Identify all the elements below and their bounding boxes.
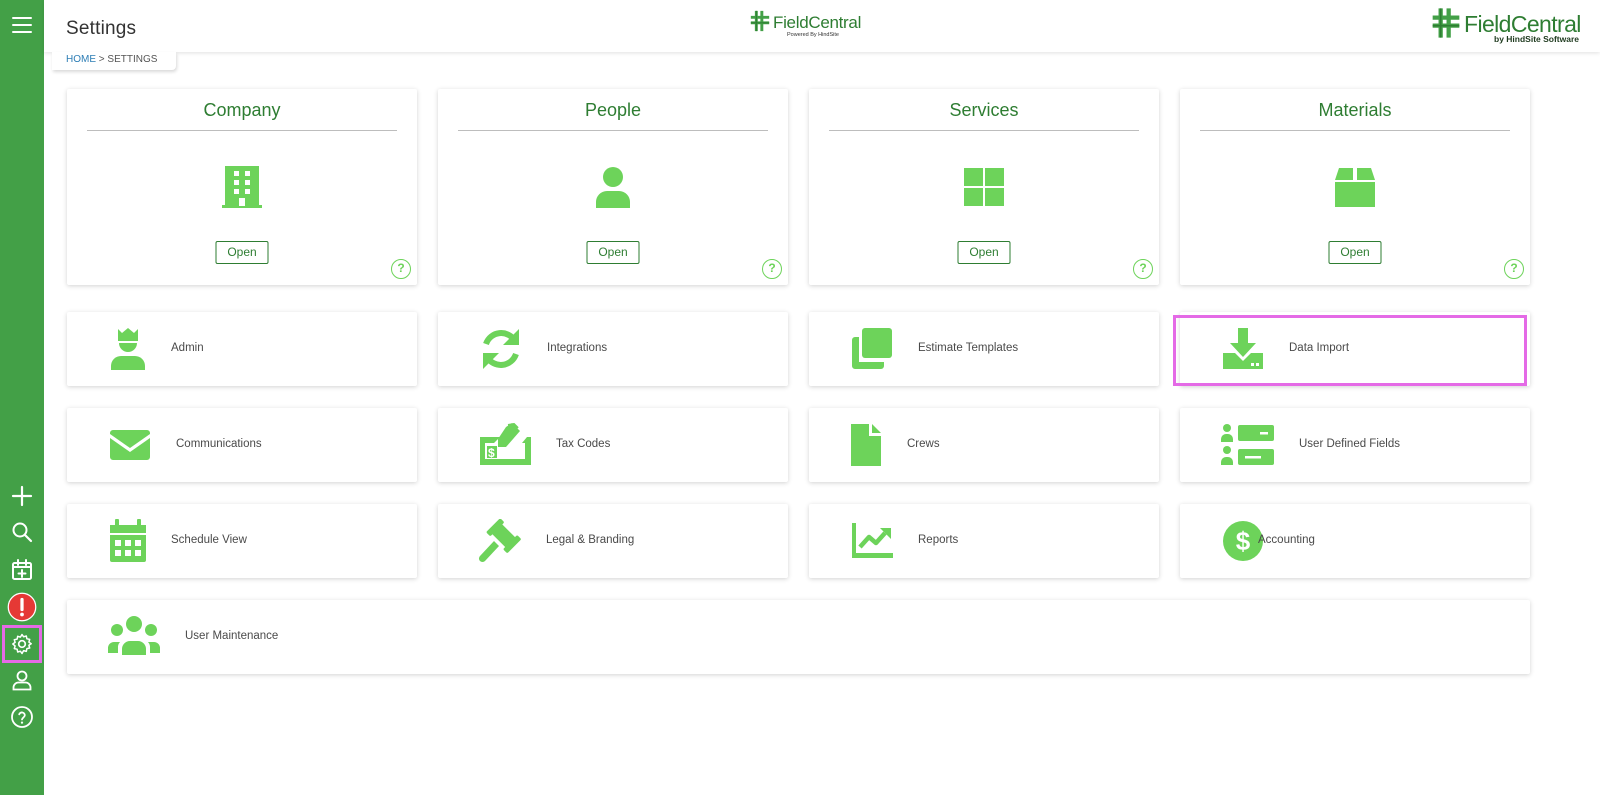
- gavel-icon: [478, 519, 521, 563]
- help-icon[interactable]: ?: [1504, 259, 1524, 279]
- tile-schedule-view[interactable]: Schedule View: [67, 504, 417, 578]
- center-logo-sub: Powered By HindSite: [787, 32, 839, 38]
- tile-label: Tax Codes: [556, 438, 611, 450]
- sync-icon: [483, 329, 519, 369]
- building-icon: [222, 166, 262, 208]
- tile-tax-codes[interactable]: $ $ Tax Codes: [438, 408, 788, 482]
- search-button[interactable]: [7, 517, 37, 547]
- sidebar: [0, 0, 44, 795]
- tile-legal-branding[interactable]: Legal & Branding: [438, 504, 788, 578]
- tile-label: Crews: [907, 438, 940, 450]
- plus-icon: [11, 485, 33, 507]
- calendar-icon: [110, 519, 146, 562]
- gear-icon: [12, 633, 32, 655]
- open-materials-button[interactable]: Open: [1328, 241, 1382, 264]
- breadcrumb-home-link[interactable]: HOME: [66, 54, 96, 65]
- breadcrumb-current: SETTINGS: [107, 54, 158, 65]
- help-icon[interactable]: ?: [762, 259, 782, 279]
- user-fields-icon: [1221, 424, 1274, 465]
- help-icon[interactable]: ?: [1133, 259, 1153, 279]
- breadcrumb: HOME > SETTINGS: [52, 52, 176, 70]
- tile-label: Estimate Templates: [918, 342, 1019, 354]
- calendar-add-icon: [12, 559, 32, 580]
- profile-button[interactable]: [7, 665, 37, 695]
- fieldcentral-logo-icon: [750, 10, 770, 32]
- card-materials: Materials Open ?: [1180, 89, 1530, 285]
- copy-icon: [852, 328, 892, 369]
- add-button[interactable]: [7, 481, 37, 511]
- card-company: Company Open ?: [67, 89, 417, 285]
- tile-estimate-templates[interactable]: Estimate Templates: [809, 312, 1159, 386]
- tile-user-defined-fields[interactable]: User Defined Fields: [1180, 408, 1530, 482]
- admin-icon: [111, 328, 145, 370]
- user-icon: [12, 670, 32, 691]
- open-services-button[interactable]: Open: [957, 241, 1011, 264]
- file-icon: [851, 424, 881, 466]
- center-logo-name: FieldCentral: [773, 13, 862, 32]
- tile-label: Legal & Branding: [546, 534, 635, 546]
- help-icon[interactable]: ?: [391, 259, 411, 279]
- menu-icon: [12, 17, 32, 33]
- tile-label: User Maintenance: [185, 630, 279, 642]
- tax-check-icon: $ $: [480, 423, 531, 465]
- page-title: Settings: [66, 18, 137, 39]
- tile-label: User Defined Fields: [1299, 438, 1400, 450]
- person-icon: [596, 167, 630, 208]
- download-icon: [1223, 328, 1263, 369]
- card-title: Materials: [1200, 100, 1510, 131]
- chart-line-icon: [852, 523, 893, 558]
- card-title: People: [458, 100, 768, 131]
- envelope-icon: [110, 430, 150, 460]
- tile-reports[interactable]: Reports: [809, 504, 1159, 578]
- tile-label: Admin: [171, 342, 204, 354]
- grid-icon: [964, 168, 1004, 206]
- open-people-button[interactable]: Open: [586, 241, 640, 264]
- card-title: Services: [829, 100, 1139, 131]
- card-services: Services Open ?: [809, 89, 1159, 285]
- tile-communications[interactable]: Communications: [67, 408, 417, 482]
- open-company-button[interactable]: Open: [215, 241, 269, 264]
- tile-accounting[interactable]: $ Accounting: [1180, 504, 1530, 578]
- header: Settings FieldCentral Powered By HindSit…: [44, 0, 1600, 52]
- alert-icon: [7, 592, 37, 622]
- center-logo: FieldCentral Powered By HindSite: [749, 10, 862, 42]
- tile-label: Reports: [918, 534, 959, 546]
- right-logo-sub: by HindSite Software: [1494, 34, 1580, 44]
- card-people: People Open ?: [438, 89, 788, 285]
- menu-button[interactable]: [7, 10, 37, 40]
- settings-button[interactable]: [2, 625, 42, 663]
- right-logo: FieldCentral by HindSite Software: [1430, 7, 1590, 44]
- search-icon: [12, 522, 33, 543]
- svg-text:$: $: [1236, 526, 1251, 556]
- tile-label: Accounting: [1258, 534, 1315, 546]
- tile-label: Data Import: [1289, 342, 1350, 354]
- tile-label: Schedule View: [171, 534, 247, 546]
- card-title: Company: [87, 100, 397, 131]
- alerts-button[interactable]: [7, 592, 37, 622]
- fieldcentral-logo-icon: [1432, 8, 1460, 38]
- schedule-add-button[interactable]: [7, 555, 37, 585]
- help-button[interactable]: [7, 702, 37, 732]
- svg-text:$: $: [488, 446, 495, 460]
- tile-label: Integrations: [547, 342, 608, 354]
- tile-user-maintenance[interactable]: User Maintenance: [67, 600, 1530, 674]
- tile-data-import[interactable]: Data Import: [1180, 312, 1530, 386]
- tile-integrations[interactable]: Integrations: [438, 312, 788, 386]
- users-icon: [108, 616, 160, 655]
- tile-crews[interactable]: Crews: [809, 408, 1159, 482]
- breadcrumb-separator: >: [96, 54, 108, 65]
- box-icon: [1335, 168, 1375, 207]
- tile-admin[interactable]: Admin: [67, 312, 417, 386]
- help-icon: [11, 706, 33, 728]
- tile-label: Communications: [176, 438, 262, 450]
